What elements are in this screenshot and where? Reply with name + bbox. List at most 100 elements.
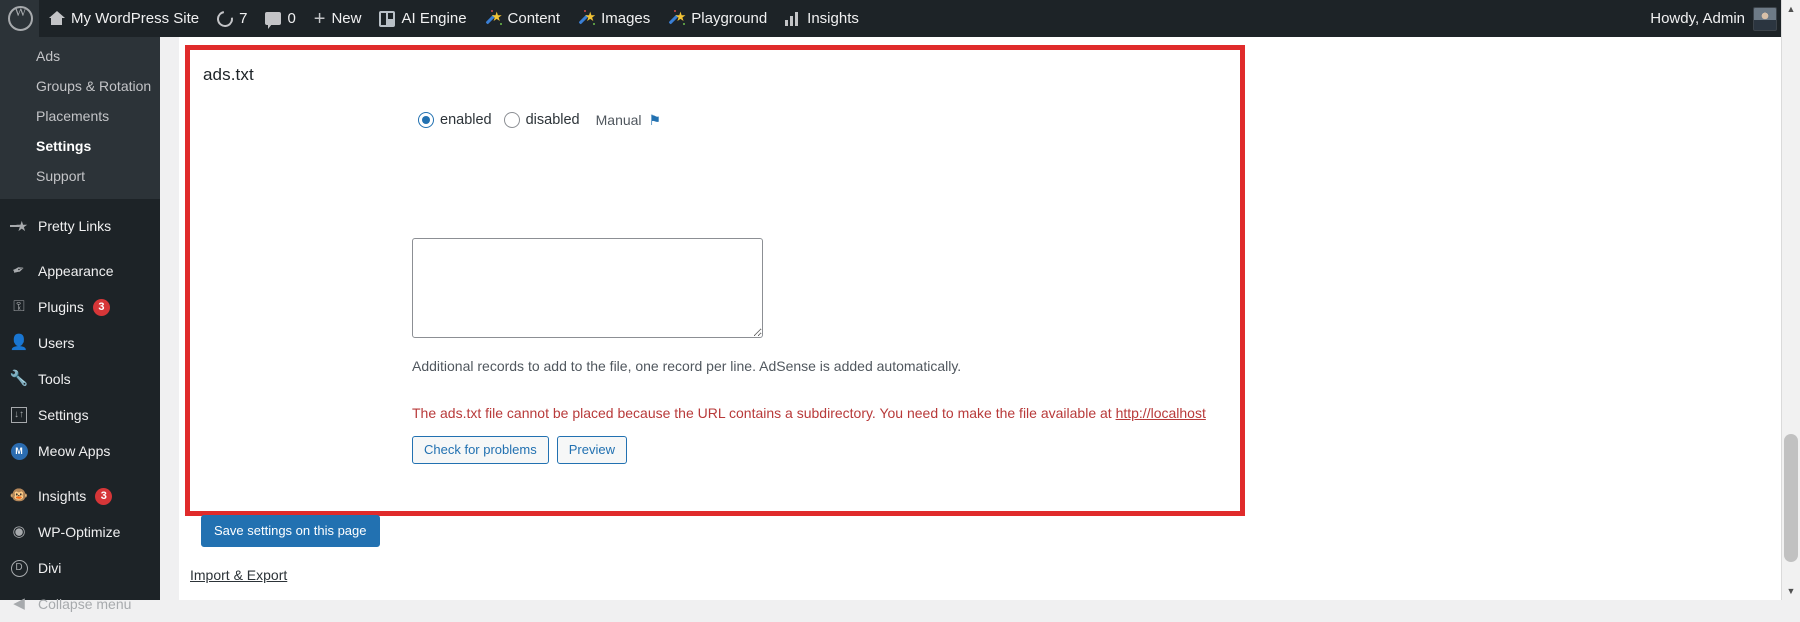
magic-wand-icon: ★ (668, 10, 685, 27)
sidebar-item-groups-rotation-label: Groups & Rotation (36, 78, 151, 94)
manual-link[interactable]: Manual (596, 112, 642, 128)
adminbar-item-new[interactable]: + New (305, 0, 371, 37)
sidebar-item-wp-settings-label: Settings (38, 405, 89, 425)
adminbar-item-comments[interactable]: 0 (256, 0, 304, 37)
page-title: ads.txt (203, 65, 254, 85)
plugins-update-badge: 3 (93, 299, 110, 316)
radio-enabled-label[interactable]: enabled (440, 112, 492, 128)
adminbar-item-updates[interactable]: 7 (208, 0, 256, 37)
sidebar-item-support[interactable]: Support (0, 161, 160, 191)
radio-disabled-label[interactable]: disabled (526, 112, 580, 128)
adminbar-playground-label: Playground (691, 10, 767, 27)
adminbar-insights-label: Insights (807, 10, 859, 27)
wrench-icon: 🔧 (9, 369, 29, 389)
adminbar-item-ai-engine[interactable]: AI Engine (370, 0, 475, 37)
adminbar-ai-engine-label: AI Engine (401, 10, 466, 27)
browser-scrollbar[interactable]: ▲ ▼ (1781, 0, 1800, 600)
sidebar-item-placements-label: Placements (36, 108, 109, 124)
insights-badge: 3 (95, 488, 112, 505)
comment-icon (265, 12, 281, 25)
sidebar-item-plugins[interactable]: ⚿ Plugins 3 (0, 289, 160, 325)
sidebar-item-meow-apps[interactable]: M Meow Apps (0, 433, 160, 469)
adminbar-images-label: Images (601, 10, 650, 27)
adminbar-item-content[interactable]: ★ Content (476, 0, 570, 37)
sidebar-item-pretty-links[interactable]: Pretty Links (0, 208, 160, 244)
sidebar-item-divi-label: Divi (38, 558, 61, 578)
howdy-label: Howdy, Admin (1650, 10, 1745, 27)
adminbar-item-site-name[interactable]: My WordPress Site (39, 0, 208, 37)
sidebar-item-placements[interactable]: Placements (0, 101, 160, 131)
sidebar-item-divi[interactable]: D Divi (0, 550, 160, 586)
sidebar-item-wp-optimize-label: WP-Optimize (38, 522, 120, 542)
adstxt-settings-panel: ads.txt enabled disabled Manual ⚑ Additi… (185, 45, 1245, 516)
sidebar-item-ads[interactable]: Ads (0, 41, 160, 71)
magic-wand-icon: ★ (578, 10, 595, 27)
radio-disabled[interactable] (504, 112, 520, 128)
adminbar-my-account[interactable]: Howdy, Admin (1650, 0, 1781, 37)
preview-button[interactable]: Preview (557, 436, 627, 464)
adminbar-updates-count: 7 (239, 10, 247, 27)
home-icon (48, 10, 65, 27)
adstxt-records-textarea[interactable] (412, 238, 763, 338)
sidebar-item-wp-settings[interactable]: ↓↑ Settings (0, 397, 160, 433)
adstxt-action-buttons: Check for problems Preview (412, 436, 627, 464)
ai-engine-icon (379, 11, 395, 27)
insights-icon: 🐵 (9, 486, 29, 506)
sidebar-item-ads-label: Ads (36, 48, 60, 64)
sidebar-item-tools[interactable]: 🔧 Tools (0, 361, 160, 397)
sidebar-item-users[interactable]: 👤 Users (0, 325, 160, 361)
wp-optimize-icon: ◉ (9, 522, 29, 542)
collapse-arrow-icon: ◀ (9, 594, 29, 614)
adminbar-item-images[interactable]: ★ Images (569, 0, 659, 37)
sliders-icon: ↓↑ (9, 405, 29, 425)
adminbar-site-name-label: My WordPress Site (71, 10, 199, 27)
scroll-up-arrow-icon[interactable]: ▲ (1782, 0, 1800, 18)
sidebar-divider (0, 199, 160, 208)
adminbar-item-insights[interactable]: Insights (776, 0, 868, 37)
adstxt-warning-link[interactable]: http://localhost (1116, 405, 1206, 421)
admin-bar: My WordPress Site 7 0 + New AI Engine ★ … (0, 0, 1781, 37)
sidebar-item-meow-apps-label: Meow Apps (38, 441, 110, 461)
user-icon: 👤 (9, 333, 29, 353)
sidebar-item-tools-label: Tools (38, 369, 71, 389)
sidebar-item-support-label: Support (36, 168, 85, 184)
magic-wand-icon: ★ (485, 10, 502, 27)
import-export-link[interactable]: Import & Export (190, 567, 287, 583)
avatar (1753, 7, 1777, 31)
adminbar-item-playground[interactable]: ★ Playground (659, 0, 776, 37)
adminbar-new-label: New (331, 10, 361, 27)
plug-icon: ⚿ (9, 297, 29, 317)
scroll-down-arrow-icon[interactable]: ▼ (1782, 582, 1800, 600)
sidebar-item-insights[interactable]: 🐵 Insights 3 (0, 478, 160, 514)
sidebar-item-settings[interactable]: Settings (0, 131, 160, 161)
radio-enabled[interactable] (418, 112, 434, 128)
adstxt-warning-text: The ads.txt file cannot be placed becaus… (412, 405, 1116, 421)
pretty-links-icon (9, 216, 29, 236)
save-settings-button[interactable]: Save settings on this page (201, 515, 380, 547)
meow-apps-icon: M (9, 441, 29, 461)
sidebar-item-wp-optimize[interactable]: ◉ WP-Optimize (0, 514, 160, 550)
wordpress-logo-button[interactable] (0, 0, 39, 37)
collapse-menu-button[interactable]: ◀ Collapse menu (0, 586, 160, 622)
adstxt-mode-radio-group: enabled disabled Manual ⚑ (418, 112, 661, 128)
sidebar-item-groups-rotation[interactable]: Groups & Rotation (0, 71, 160, 101)
collapse-menu-label: Collapse menu (38, 594, 131, 614)
advanced-ads-submenu: Ads Groups & Rotation Placements Setting… (0, 37, 160, 199)
bar-chart-icon (785, 12, 801, 26)
sidebar-divider (0, 244, 160, 253)
sidebar-item-appearance[interactable]: ✒ Appearance (0, 253, 160, 289)
sidebar-item-settings-label: Settings (36, 138, 91, 154)
adstxt-warning-message: The ads.txt file cannot be placed becaus… (412, 405, 1206, 421)
scrollbar-thumb[interactable] (1784, 434, 1798, 562)
settings-page: ads.txt enabled disabled Manual ⚑ Additi… (179, 37, 1781, 600)
admin-sidebar: Ads Groups & Rotation Placements Setting… (0, 37, 160, 600)
check-for-problems-button[interactable]: Check for problems (412, 436, 549, 464)
main-content: ads.txt enabled disabled Manual ⚑ Additi… (160, 37, 1781, 600)
update-icon (214, 7, 236, 29)
sidebar-item-insights-label: Insights (38, 486, 86, 506)
flag-icon[interactable]: ⚑ (649, 113, 662, 127)
sidebar-item-plugins-label: Plugins (38, 297, 84, 317)
adstxt-helper-text: Additional records to add to the file, o… (412, 358, 961, 374)
divi-icon: D (9, 558, 29, 578)
paint-brush-icon: ✒ (6, 258, 32, 284)
